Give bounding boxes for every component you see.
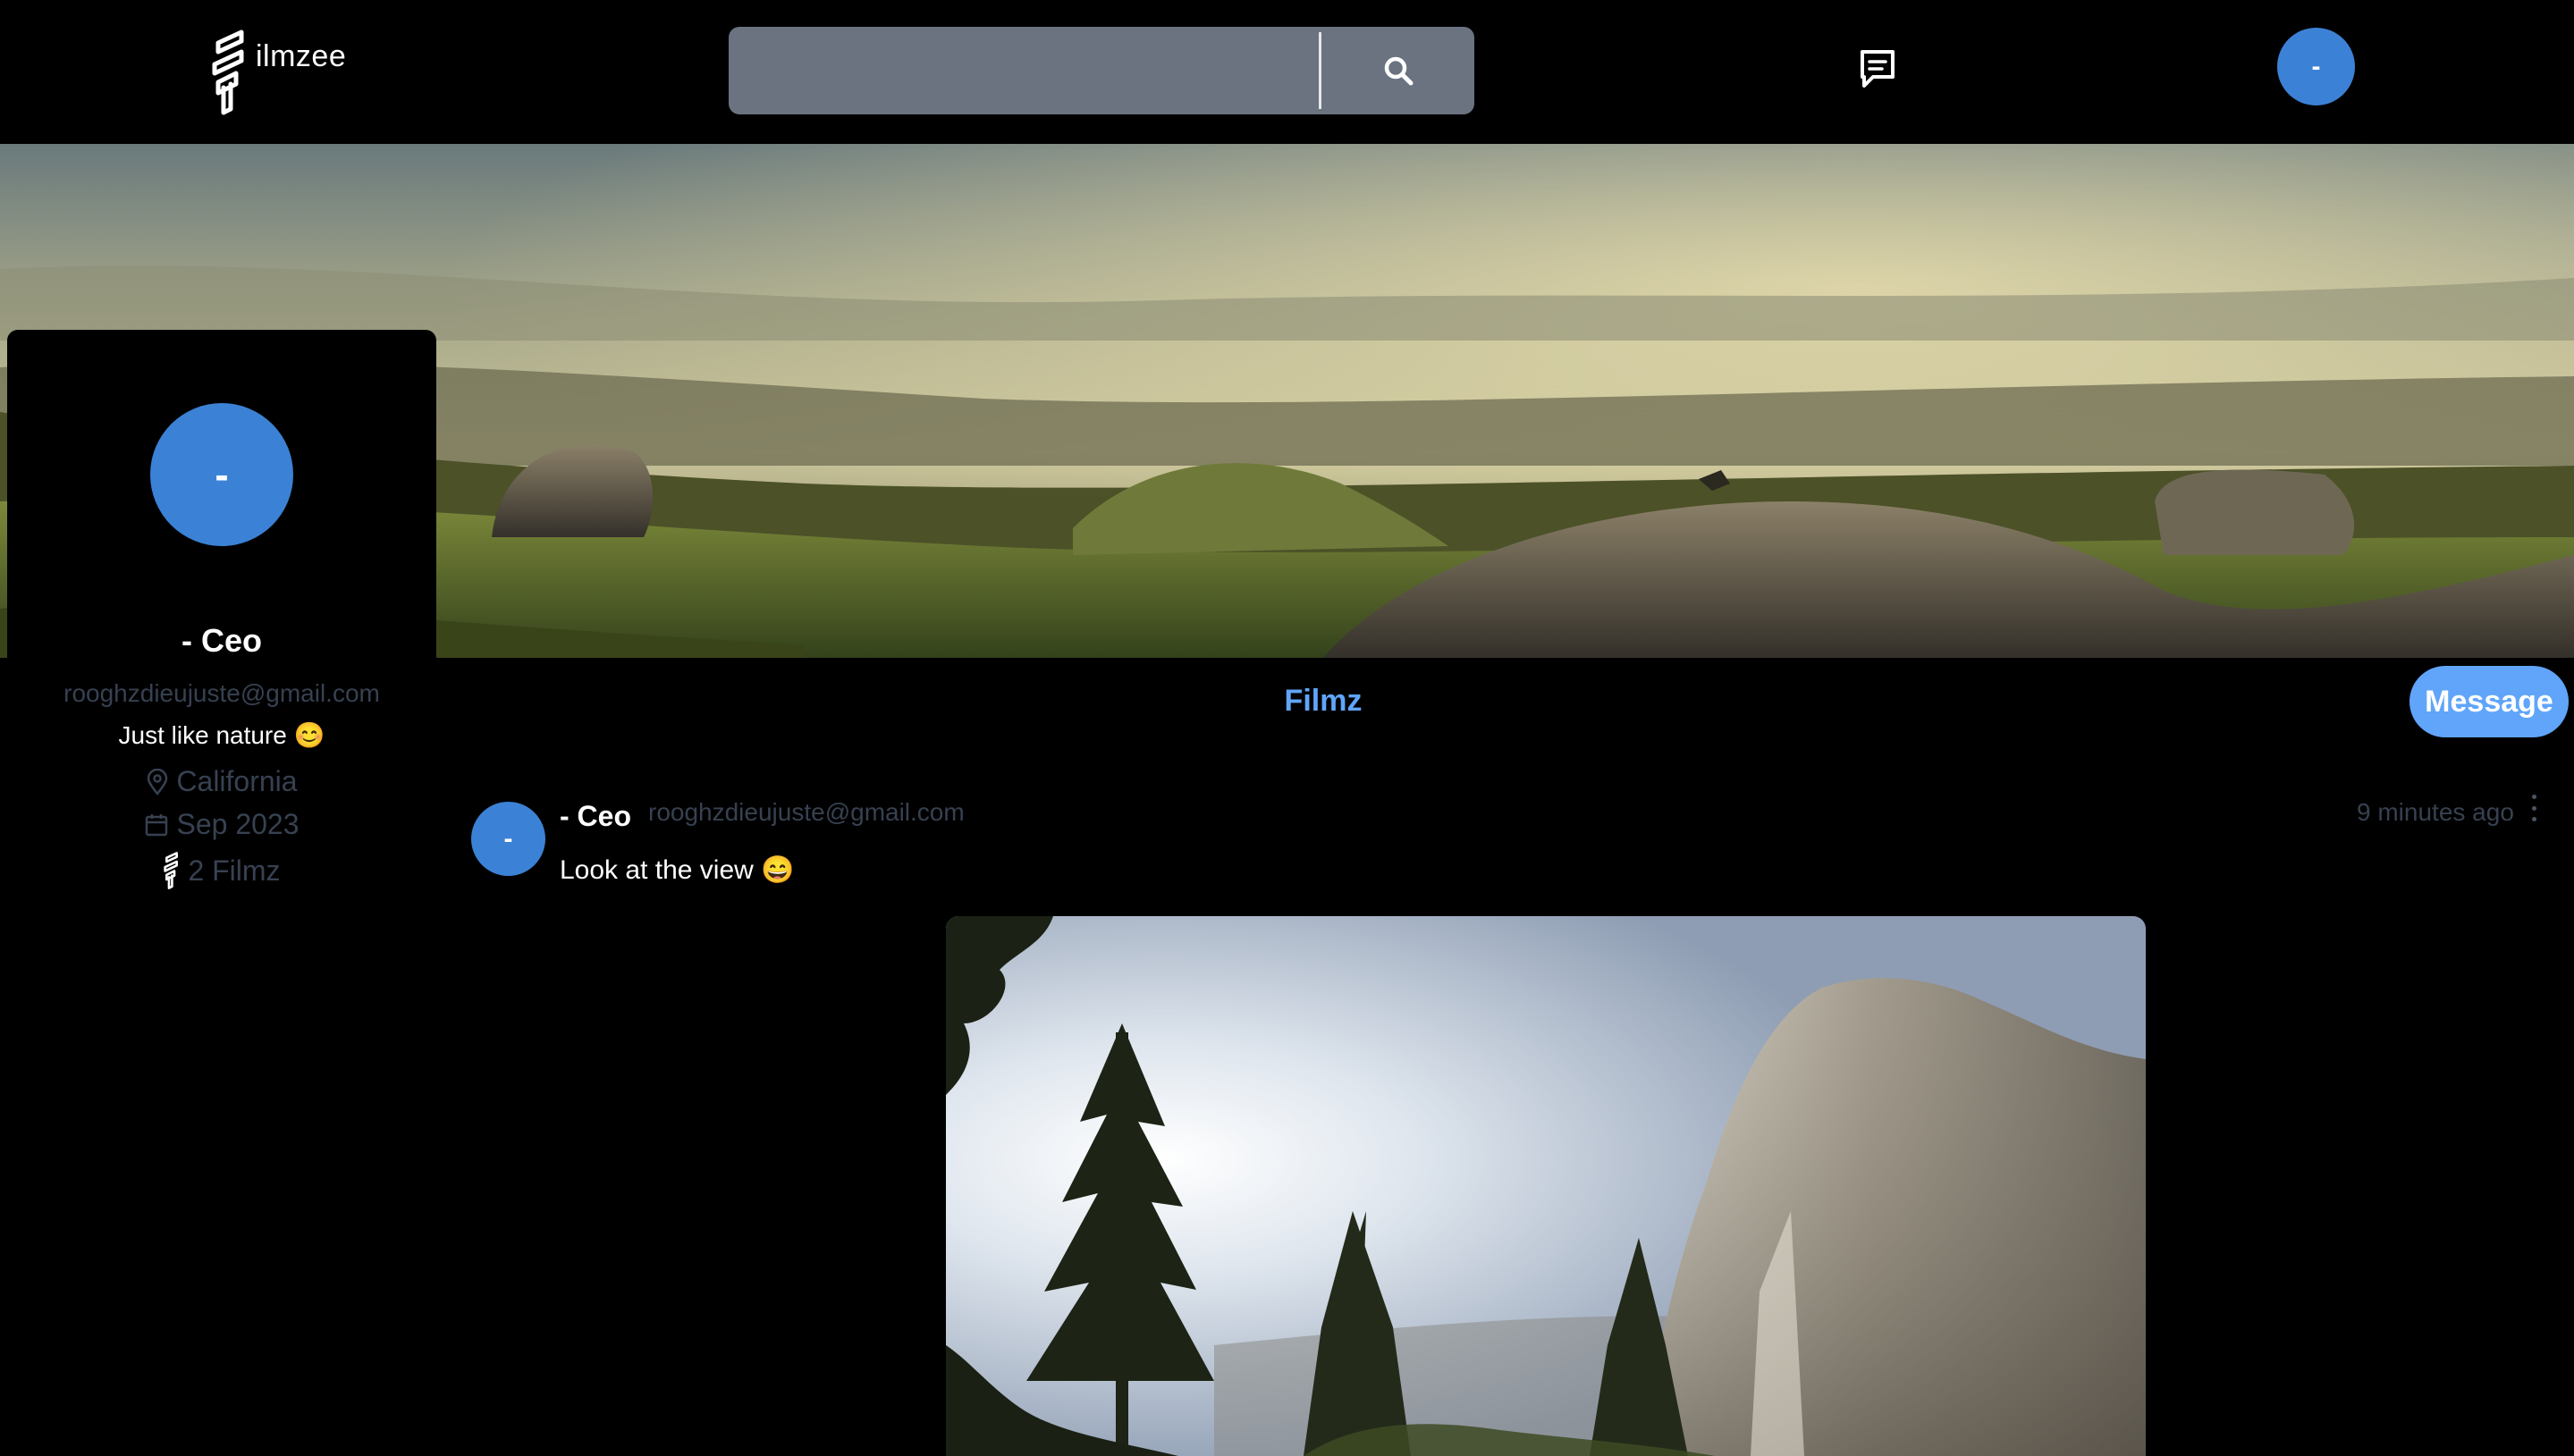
profile-bio: Just like nature 😊 bbox=[118, 721, 325, 749]
message-icon bbox=[1861, 50, 1895, 88]
location-text: California bbox=[176, 765, 298, 797]
logo-text: ilmzee bbox=[256, 39, 347, 73]
map-pin-icon bbox=[148, 768, 168, 795]
profile-joined: Sep 2023 bbox=[7, 808, 436, 841]
message-button[interactable]: Message bbox=[2409, 666, 2569, 737]
post-timestamp: 9 minutes ago bbox=[2357, 798, 2514, 826]
vertical-dots-icon bbox=[2531, 795, 2536, 799]
profile-filmz-count: 2 Filmz bbox=[7, 851, 436, 890]
filmz-count-text: 2 Filmz bbox=[188, 854, 281, 887]
search-button[interactable] bbox=[1321, 27, 1474, 114]
search-icon bbox=[1384, 56, 1413, 86]
calendar-icon bbox=[146, 813, 168, 836]
post-author-name[interactable]: - Ceo bbox=[560, 800, 631, 833]
navbar: ilmzee - bbox=[0, 0, 2574, 144]
profile-name: - Ceo bbox=[181, 622, 262, 659]
profile-location: California bbox=[7, 765, 436, 798]
messages-button[interactable] bbox=[1857, 46, 1898, 91]
post-author-email: rooghzdieujuste@gmail.com bbox=[648, 798, 965, 826]
profile-avatar: - bbox=[150, 403, 293, 546]
profile-page: ilmzee - - - Ceo rooghzdieujuste@gmail.c… bbox=[0, 0, 2574, 1456]
post-menu-button[interactable] bbox=[2528, 795, 2539, 821]
joined-text: Sep 2023 bbox=[176, 808, 300, 840]
post-author-avatar[interactable]: - bbox=[471, 802, 545, 876]
profile-email: rooghzdieujuste@gmail.com bbox=[63, 679, 380, 707]
filmz-logo-icon bbox=[212, 29, 244, 115]
vertical-dots-icon bbox=[2531, 817, 2536, 821]
filmz-logo-icon bbox=[164, 852, 179, 889]
search-bar bbox=[729, 27, 1474, 114]
post-image[interactable] bbox=[946, 916, 2146, 1456]
search-input[interactable] bbox=[729, 27, 1319, 114]
tab-filmz[interactable]: Filmz bbox=[1252, 684, 1395, 719]
post-text: Look at the view 😄 bbox=[560, 855, 795, 885]
user-avatar[interactable]: - bbox=[2277, 28, 2355, 105]
logo[interactable]: ilmzee bbox=[209, 29, 346, 116]
profile-card: - bbox=[7, 330, 436, 658]
vertical-dots-icon bbox=[2531, 805, 2536, 811]
